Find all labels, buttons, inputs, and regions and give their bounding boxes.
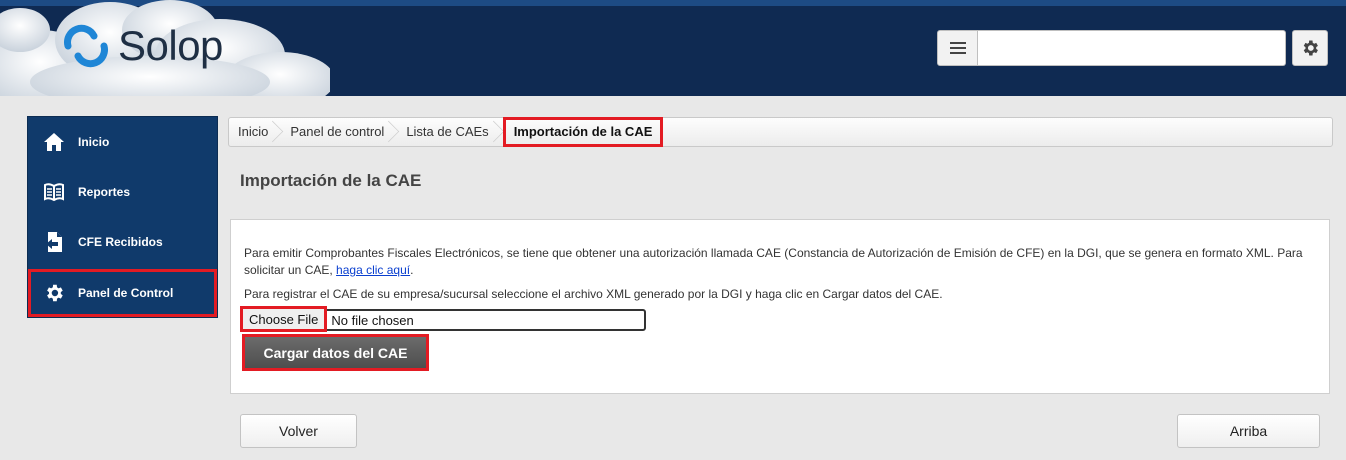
breadcrumb-inicio[interactable]: Inicio bbox=[229, 118, 281, 146]
breadcrumb-current: Importación de la CAE bbox=[502, 117, 664, 147]
sidebar-item-reportes[interactable]: Reportes bbox=[28, 168, 217, 216]
breadcrumb-panel-de-control[interactable]: Panel de control bbox=[281, 118, 397, 146]
request-cae-link[interactable]: haga clic aquí bbox=[336, 263, 410, 277]
breadcrumb: Inicio Panel de control Lista de CAEs Im… bbox=[228, 117, 1333, 147]
book-icon bbox=[42, 180, 66, 204]
solop-logo-icon bbox=[64, 24, 108, 68]
sidebar-item-panel-de-control[interactable]: Panel de Control bbox=[28, 269, 217, 317]
sidebar-item-label: Reportes bbox=[78, 185, 131, 199]
brand-name: Solop bbox=[118, 22, 223, 69]
app-header: Solop bbox=[0, 0, 1346, 96]
menu-button[interactable] bbox=[937, 30, 978, 66]
gear-icon bbox=[1303, 40, 1318, 56]
sidebar-item-cfe-recibidos[interactable]: CFE Recibidos bbox=[28, 218, 217, 266]
back-button[interactable]: Volver bbox=[240, 414, 357, 448]
import-panel: Para emitir Comprobantes Fiscales Electr… bbox=[230, 219, 1330, 394]
sidebar-item-inicio[interactable]: Inicio bbox=[28, 118, 217, 166]
choose-file-button[interactable]: Choose File bbox=[239, 306, 328, 332]
sidebar-item-label: Inicio bbox=[78, 135, 110, 149]
breadcrumb-lista-de-caes[interactable]: Lista de CAEs bbox=[397, 118, 501, 146]
file-input[interactable]: Choose File No file chosen bbox=[239, 306, 646, 332]
brand-logo[interactable]: Solop bbox=[60, 24, 223, 68]
document-import-icon bbox=[42, 230, 66, 254]
sidebar-nav: Inicio Reportes CFE Recibidos Panel de C… bbox=[27, 116, 218, 318]
file-status: No file chosen bbox=[331, 312, 414, 328]
instructions-paragraph: Para emitir Comprobantes Fiscales Electr… bbox=[244, 245, 1314, 279]
search-bar bbox=[937, 30, 1286, 66]
load-cae-button[interactable]: Cargar datos del CAE bbox=[242, 334, 429, 371]
instructions-end: . bbox=[410, 263, 414, 277]
home-icon bbox=[42, 130, 66, 154]
sidebar-item-label: CFE Recibidos bbox=[78, 235, 163, 249]
scroll-top-button[interactable]: Arriba bbox=[1177, 414, 1320, 448]
search-input[interactable] bbox=[978, 30, 1286, 66]
settings-button[interactable] bbox=[1292, 30, 1328, 66]
hamburger-menu-icon bbox=[949, 42, 966, 54]
page-title: Importación de la CAE bbox=[240, 171, 422, 190]
sidebar-item-label: Panel de Control bbox=[78, 286, 174, 300]
gear-icon bbox=[42, 281, 66, 305]
upload-instructions: Para registrar el CAE de su empresa/sucu… bbox=[244, 287, 943, 301]
